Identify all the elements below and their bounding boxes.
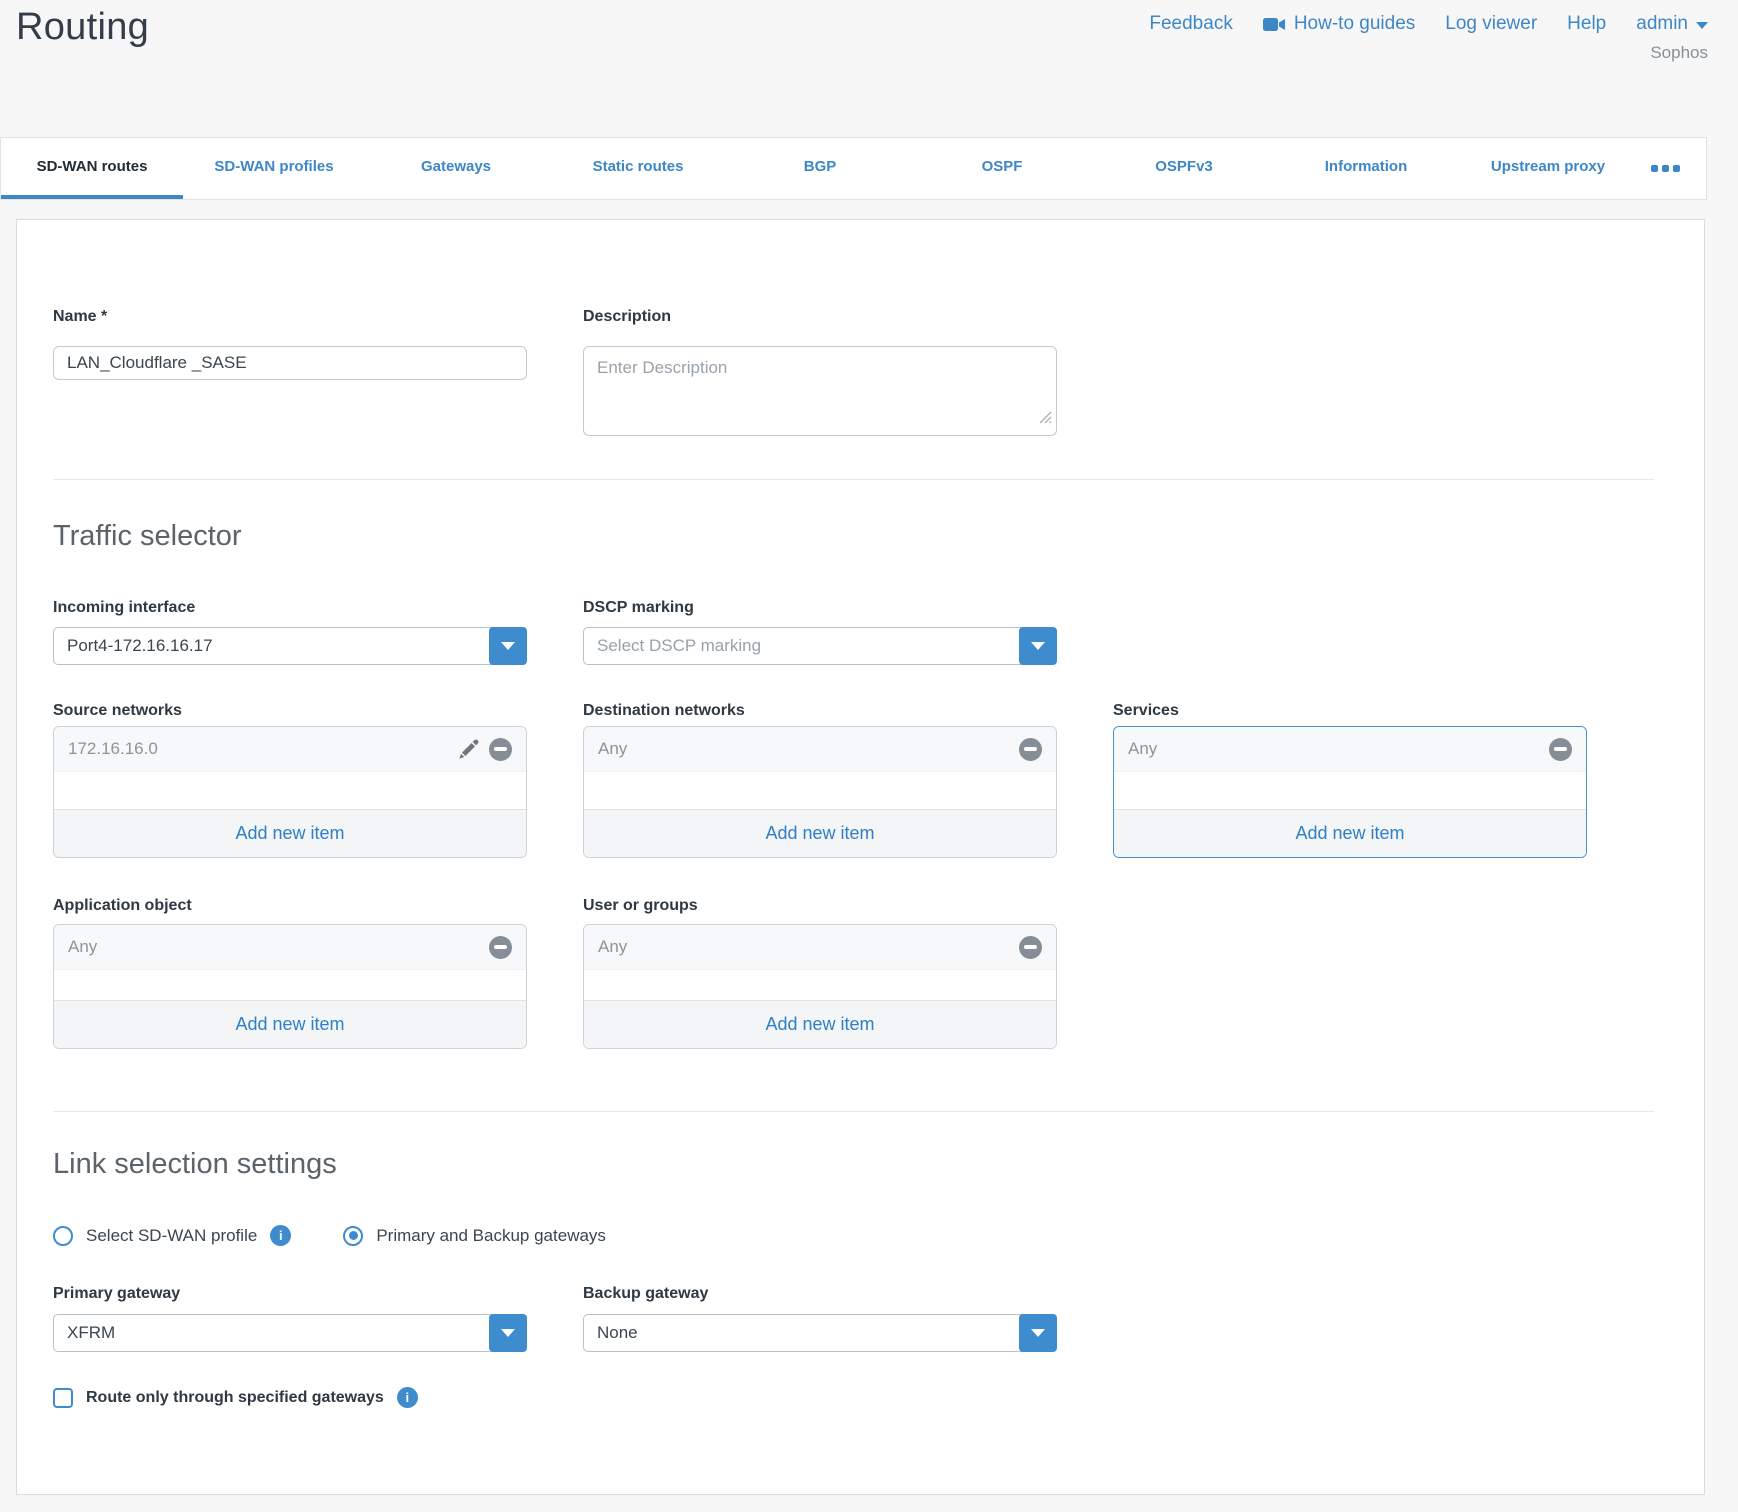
networks-row: Source networks 172.16.16.0 Add new item…	[53, 703, 1704, 858]
add-new-item-button[interactable]: Add new item	[54, 809, 526, 857]
link-selection-options: Select SD-WAN profile i Primary and Back…	[53, 1225, 1704, 1246]
feedback-link[interactable]: Feedback	[1149, 13, 1232, 35]
link-selection-heading: Link selection settings	[53, 1147, 1704, 1181]
application-users-row: Application object Any Add new item User…	[53, 898, 1704, 1049]
tab-ospfv3[interactable]: OSPFv3	[1093, 138, 1275, 199]
tab-information[interactable]: Information	[1275, 138, 1457, 199]
more-tabs-ellipsis-icon[interactable]	[1639, 138, 1692, 199]
log-viewer-link[interactable]: Log viewer	[1445, 13, 1537, 35]
dropdown-button[interactable]	[1019, 1314, 1057, 1352]
sd-wan-route-form: Name * Description Traffic selector Inco…	[16, 219, 1705, 1495]
tab-gateways[interactable]: Gateways	[365, 138, 547, 199]
backup-gateway-select[interactable]: None	[583, 1314, 1057, 1352]
page-title: Routing	[16, 6, 149, 49]
description-label: Description	[583, 309, 1057, 325]
tab-bar: SD-WAN routes SD-WAN profiles Gateways S…	[0, 137, 1707, 200]
add-new-item-button[interactable]: Add new item	[584, 1000, 1056, 1048]
dropdown-button[interactable]	[1019, 627, 1057, 665]
remove-item-icon[interactable]	[1019, 738, 1042, 761]
list-item: 172.16.16.0	[54, 727, 526, 772]
header-links: Feedback How-to guides Log viewer Help a…	[1149, 13, 1708, 63]
info-icon[interactable]: i	[397, 1387, 418, 1408]
howto-guides-link[interactable]: How-to guides	[1263, 13, 1415, 35]
description-textarea[interactable]	[583, 346, 1057, 436]
interface-dscp-row: Incoming interface Port4-172.16.16.17 DS…	[53, 600, 1704, 665]
list-item: Any	[1114, 727, 1586, 772]
application-object-list: Any Add new item	[53, 924, 527, 1049]
source-networks-label: Source networks	[53, 703, 527, 719]
remove-item-icon[interactable]	[489, 936, 512, 959]
destination-networks-label: Destination networks	[583, 703, 1057, 719]
tab-bgp[interactable]: BGP	[729, 138, 911, 199]
radio-label: Primary and Backup gateways	[376, 1226, 606, 1246]
resize-handle[interactable]	[1039, 411, 1052, 429]
chevron-down-icon	[1031, 642, 1045, 650]
app-header: Routing Feedback How-to guides Log viewe…	[0, 0, 1738, 137]
name-label: Name *	[53, 309, 527, 325]
help-link[interactable]: Help	[1567, 13, 1606, 35]
checkbox-label: Route only through specified gateways	[86, 1389, 384, 1407]
tab-sd-wan-profiles[interactable]: SD-WAN profiles	[183, 138, 365, 199]
dscp-marking-label: DSCP marking	[583, 600, 1057, 616]
add-new-item-button[interactable]: Add new item	[584, 809, 1056, 857]
dropdown-button[interactable]	[489, 1314, 527, 1352]
video-camera-icon	[1263, 17, 1286, 32]
primary-gateway-label: Primary gateway	[53, 1286, 527, 1302]
section-divider	[53, 479, 1654, 480]
list-item: Any	[584, 925, 1056, 970]
name-description-row: Name * Description	[53, 309, 1704, 436]
chevron-down-icon	[501, 642, 515, 650]
primary-backup-gateways-radio[interactable]	[343, 1226, 363, 1246]
remove-item-icon[interactable]	[1549, 738, 1572, 761]
remove-item-icon[interactable]	[489, 738, 512, 761]
info-icon[interactable]: i	[270, 1225, 291, 1246]
chevron-down-icon	[501, 1329, 515, 1337]
services-label: Services	[1113, 703, 1587, 719]
route-only-row: Route only through specified gateways i	[53, 1387, 1704, 1408]
tab-upstream-proxy[interactable]: Upstream proxy	[1457, 138, 1639, 199]
incoming-interface-label: Incoming interface	[53, 600, 527, 616]
tab-static-routes[interactable]: Static routes	[547, 138, 729, 199]
route-only-checkbox[interactable]	[53, 1388, 73, 1408]
tab-ospf[interactable]: OSPF	[911, 138, 1093, 199]
edit-pencil-icon[interactable]	[457, 738, 480, 761]
traffic-selector-heading: Traffic selector	[53, 519, 1704, 553]
dropdown-button[interactable]	[489, 627, 527, 665]
tab-sd-wan-routes[interactable]: SD-WAN routes	[1, 138, 183, 199]
section-divider	[53, 1111, 1654, 1112]
primary-gateway-select[interactable]: XFRM	[53, 1314, 527, 1352]
dscp-marking-select[interactable]: Select DSCP marking	[583, 627, 1057, 665]
gateway-row: Primary gateway XFRM Backup gateway None	[53, 1286, 1704, 1352]
backup-gateway-label: Backup gateway	[583, 1286, 1057, 1302]
radio-label: Select SD-WAN profile	[86, 1226, 257, 1246]
source-networks-list: 172.16.16.0 Add new item	[53, 726, 527, 858]
remove-item-icon[interactable]	[1019, 936, 1042, 959]
list-item: Any	[54, 925, 526, 970]
incoming-interface-select[interactable]: Port4-172.16.16.17	[53, 627, 527, 665]
services-list: Any Add new item	[1113, 726, 1587, 858]
name-input[interactable]	[53, 346, 527, 380]
select-sd-wan-profile-radio[interactable]	[53, 1226, 73, 1246]
application-object-label: Application object	[53, 898, 527, 914]
chevron-down-icon	[1696, 22, 1708, 29]
add-new-item-button[interactable]: Add new item	[1114, 809, 1586, 857]
destination-networks-list: Any Add new item	[583, 726, 1057, 858]
admin-menu[interactable]: admin	[1636, 13, 1708, 35]
user-or-groups-label: User or groups	[583, 898, 1057, 914]
add-new-item-button[interactable]: Add new item	[54, 1000, 526, 1048]
account-name: Sophos	[1149, 43, 1708, 63]
user-or-groups-list: Any Add new item	[583, 924, 1057, 1049]
list-item: Any	[584, 727, 1056, 772]
chevron-down-icon	[1031, 1329, 1045, 1337]
